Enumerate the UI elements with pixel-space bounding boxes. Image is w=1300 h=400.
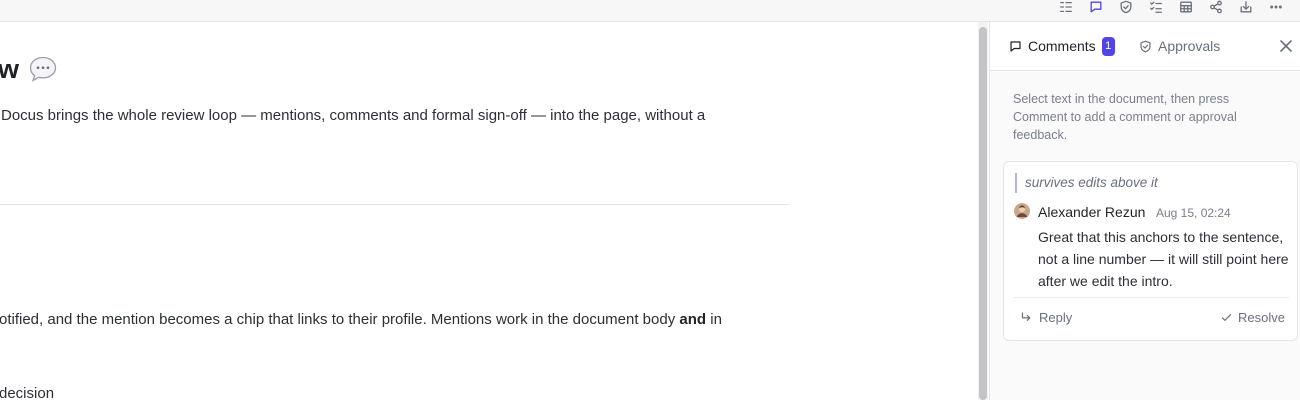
comment-thread-card[interactable]: survives edits above it Alexander Rezun … [1003, 161, 1298, 341]
intro-paragraph: Docus brings the whole review loop — men… [1, 107, 706, 124]
comment-tab-icon [1010, 40, 1021, 52]
tab-comments[interactable]: Comments 1 [1009, 36, 1115, 56]
document-scrollbar-thumb[interactable] [979, 27, 987, 400]
comment-author: Alexander Rezun [1038, 204, 1146, 220]
mentions-paragraph: otified, and the mention becomes a chip … [0, 310, 722, 330]
mentions-paragraph-end: in [706, 311, 722, 328]
resolve-button[interactable]: Resolve [1220, 310, 1285, 325]
download-icon[interactable] [1235, 0, 1257, 14]
avatar [1014, 203, 1030, 219]
document-body: w Docus brings the whole review loop — m… [0, 22, 978, 400]
page-title: w [0, 53, 58, 85]
reply-button[interactable]: Reply [1020, 310, 1072, 325]
tab-approvals-label: Approvals [1158, 38, 1221, 54]
top-toolbar [0, 0, 1300, 22]
checklist-icon[interactable] [1145, 0, 1167, 14]
tab-comments-label: Comments [1028, 38, 1096, 54]
page-title-text: w [0, 54, 20, 84]
quoted-selection: survives edits above it [1015, 173, 1158, 193]
reply-icon [1021, 312, 1031, 321]
more-icon[interactable] [1265, 0, 1287, 14]
resolve-button-label: Resolve [1238, 310, 1285, 325]
mentions-paragraph-text: otified, and the mention becomes a chip … [0, 311, 680, 328]
comments-panel: Comments 1 Approvals Select text in the … [989, 22, 1300, 400]
panel-tabs: Comments 1 Approvals [990, 22, 1300, 71]
comments-count-badge: 1 [1101, 36, 1115, 56]
close-icon [1280, 40, 1292, 52]
table-icon[interactable] [1175, 0, 1197, 14]
approval-shield-icon[interactable] [1115, 0, 1137, 14]
decision-paragraph: decision [0, 385, 55, 400]
close-panel-button[interactable] [1278, 38, 1294, 54]
reply-button-label: Reply [1039, 310, 1073, 325]
speech-bubble-emoji-icon [28, 55, 58, 83]
comment-timestamp: Aug 15, 02:24 [1156, 206, 1231, 220]
mentions-paragraph-bold: and [679, 311, 707, 328]
outline-icon[interactable] [1055, 0, 1077, 14]
tab-approvals[interactable]: Approvals [1139, 36, 1220, 56]
section-divider [0, 204, 789, 205]
share-icon[interactable] [1205, 0, 1227, 14]
approval-tab-icon [1140, 40, 1151, 52]
panel-hint-text: Select text in the document, then press … [1013, 92, 1237, 142]
comment-body: Great that this anchors to the sentence,… [1038, 229, 1289, 289]
check-icon [1221, 314, 1232, 321]
comment-icon[interactable] [1085, 0, 1107, 14]
card-divider [1014, 297, 1289, 298]
